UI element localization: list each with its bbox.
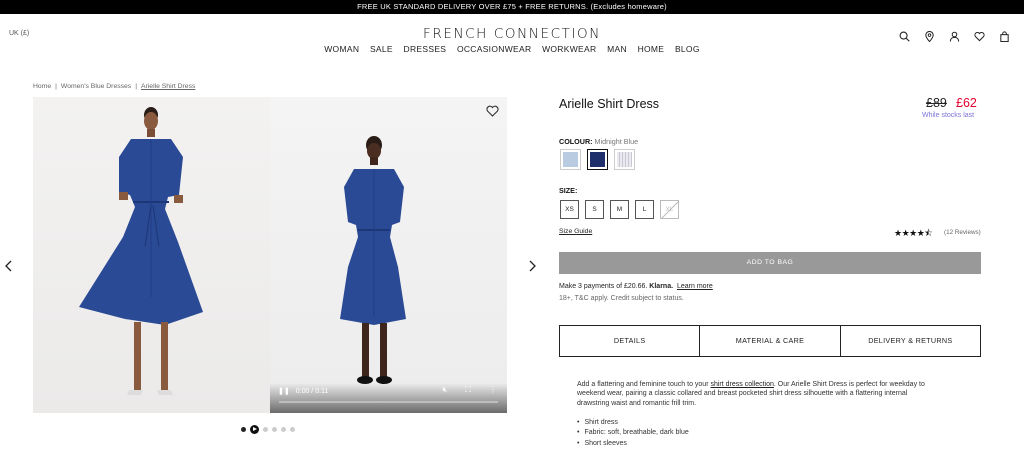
- rating-stars[interactable]: ★★★★⯪: [894, 226, 933, 242]
- product-description: Add a flattering and feminine touch to y…: [577, 380, 937, 408]
- product-image-main[interactable]: [33, 97, 270, 413]
- video-left-controls: ❚❚ 0:00 / 0:11: [278, 387, 329, 396]
- klarna-brand: Klarna.: [649, 283, 674, 290]
- gallery-prev-arrow-icon[interactable]: [4, 259, 14, 272]
- price-original: £89: [926, 96, 947, 110]
- tab-details[interactable]: DETAILS: [560, 326, 701, 356]
- brand-logo[interactable]: FRENCH CONNECTION: [0, 26, 1024, 42]
- colour-swatch-light-blue[interactable]: [560, 149, 581, 170]
- product-features: Shirt dress Fabric: soft, breathable, da…: [577, 418, 689, 449]
- feature-item: Fabric: soft, breathable, dark blue: [577, 428, 688, 438]
- feature-item: Short sleeves: [577, 439, 689, 449]
- wishlist-icon[interactable]: [974, 29, 985, 42]
- colour-value: Midnight Blue: [594, 137, 639, 146]
- size-option-s[interactable]: S: [585, 200, 604, 219]
- add-to-bag-button[interactable]: ADD TO BAG: [559, 252, 981, 274]
- colour-swatch-grey-stripe[interactable]: [614, 149, 635, 170]
- mute-icon[interactable]: 🔇︎: [442, 385, 447, 395]
- pause-icon[interactable]: ❚❚: [278, 387, 290, 395]
- video-time: 0:00 / 0:11: [295, 387, 329, 395]
- size-option-m[interactable]: M: [610, 200, 629, 219]
- promo-bar: FREE UK STANDARD DELIVERY OVER £75 + FRE…: [0, 0, 1024, 14]
- colour-swatch-midnight-blue[interactable]: [587, 149, 608, 170]
- nav-item-man[interactable]: MAN: [607, 44, 627, 54]
- shirt-dress-collection-link[interactable]: shirt dress collection: [710, 381, 773, 388]
- gallery-dot-video-play-icon[interactable]: [250, 425, 259, 434]
- size-label: SIZE:: [559, 186, 578, 195]
- klarna-learn-more-link[interactable]: Learn more: [677, 283, 713, 290]
- store-locator-icon[interactable]: [924, 29, 935, 43]
- breadcrumb-category[interactable]: Women's Blue Dresses: [61, 83, 131, 90]
- gallery-next-arrow-icon[interactable]: [527, 259, 537, 272]
- nav-item-sale[interactable]: SALE: [370, 44, 393, 54]
- wishlist-heart-icon[interactable]: [486, 104, 499, 117]
- colour-label: COLOUR: Midnight Blue: [559, 137, 638, 146]
- gallery-dot[interactable]: [263, 427, 268, 432]
- more-options-icon[interactable]: ⋮: [489, 385, 497, 395]
- size-option-l[interactable]: L: [635, 200, 654, 219]
- gallery-dot[interactable]: [241, 427, 246, 432]
- klarna-prefix: Make 3 payments of £20.66.: [559, 283, 648, 290]
- swatch-colour-fill: [590, 152, 605, 167]
- account-icon[interactable]: [949, 29, 960, 42]
- nav-item-home[interactable]: HOME: [638, 44, 665, 54]
- nav-item-dresses[interactable]: DRESSES: [404, 44, 447, 54]
- breadcrumb: Home | Women's Blue Dresses | Arielle Shirt …: [33, 83, 196, 90]
- gallery-dot[interactable]: [290, 427, 295, 432]
- feature-item: Shirt dress: [577, 418, 689, 428]
- size-option-xs[interactable]: XS: [560, 200, 579, 219]
- model-video-illustration: [340, 136, 406, 384]
- swatch-colour-fill: [617, 152, 632, 167]
- tab-material-care[interactable]: MATERIAL & CARE: [700, 326, 841, 356]
- product-title: Arielle Shirt Dress: [559, 97, 660, 111]
- desc-text-before: Add a flattering and feminine touch to y…: [577, 381, 711, 388]
- header-icons: [899, 29, 1010, 43]
- search-icon[interactable]: [899, 29, 910, 42]
- nav-item-occasionwear[interactable]: OCCASIONWEAR: [457, 44, 531, 54]
- gallery-dots: [241, 425, 295, 434]
- video-progress-track[interactable]: [279, 401, 498, 403]
- tab-delivery-returns[interactable]: DELIVERY & RETURNS: [841, 326, 980, 356]
- nav-item-blog[interactable]: BLOG: [675, 44, 700, 54]
- breadcrumb-home[interactable]: Home: [33, 83, 51, 90]
- size-guide-link[interactable]: Size Guide: [559, 228, 592, 235]
- breadcrumb-current[interactable]: Arielle Shirt Dress: [141, 83, 195, 90]
- swatch-colour-fill: [563, 152, 578, 167]
- price-sale: £62: [956, 96, 977, 110]
- klarna-note: 18+, T&C apply. Credit subject to status…: [559, 295, 684, 302]
- info-tabs: DETAILS MATERIAL & CARE DELIVERY & RETUR…: [559, 325, 981, 357]
- gallery-dot[interactable]: [272, 427, 277, 432]
- reviews-count[interactable]: (12 Reviews): [944, 229, 981, 236]
- product-video[interactable]: ❚❚ 0:00 / 0:11 🔇︎ ⛶ ⋮: [270, 97, 507, 413]
- gallery-dot[interactable]: [281, 427, 286, 432]
- bag-icon[interactable]: [999, 29, 1010, 43]
- size-option-xl[interactable]: XL: [660, 200, 679, 219]
- fullscreen-icon[interactable]: ⛶: [465, 385, 471, 395]
- nav-item-workwear[interactable]: WORKWEAR: [542, 44, 596, 54]
- nav-item-woman[interactable]: WOMAN: [324, 44, 359, 54]
- klarna-info: Make 3 payments of £20.66. Klarna. Learn…: [559, 283, 713, 290]
- main-nav: WOMAN SALE DRESSES OCCASIONWEAR WORKWEAR…: [0, 44, 1024, 54]
- colour-heading: COLOUR:: [559, 137, 593, 146]
- model-photo-illustration: [79, 107, 203, 395]
- video-right-controls: 🔇︎ ⛶ ⋮: [442, 385, 497, 395]
- stock-note: While stocks last: [922, 112, 975, 119]
